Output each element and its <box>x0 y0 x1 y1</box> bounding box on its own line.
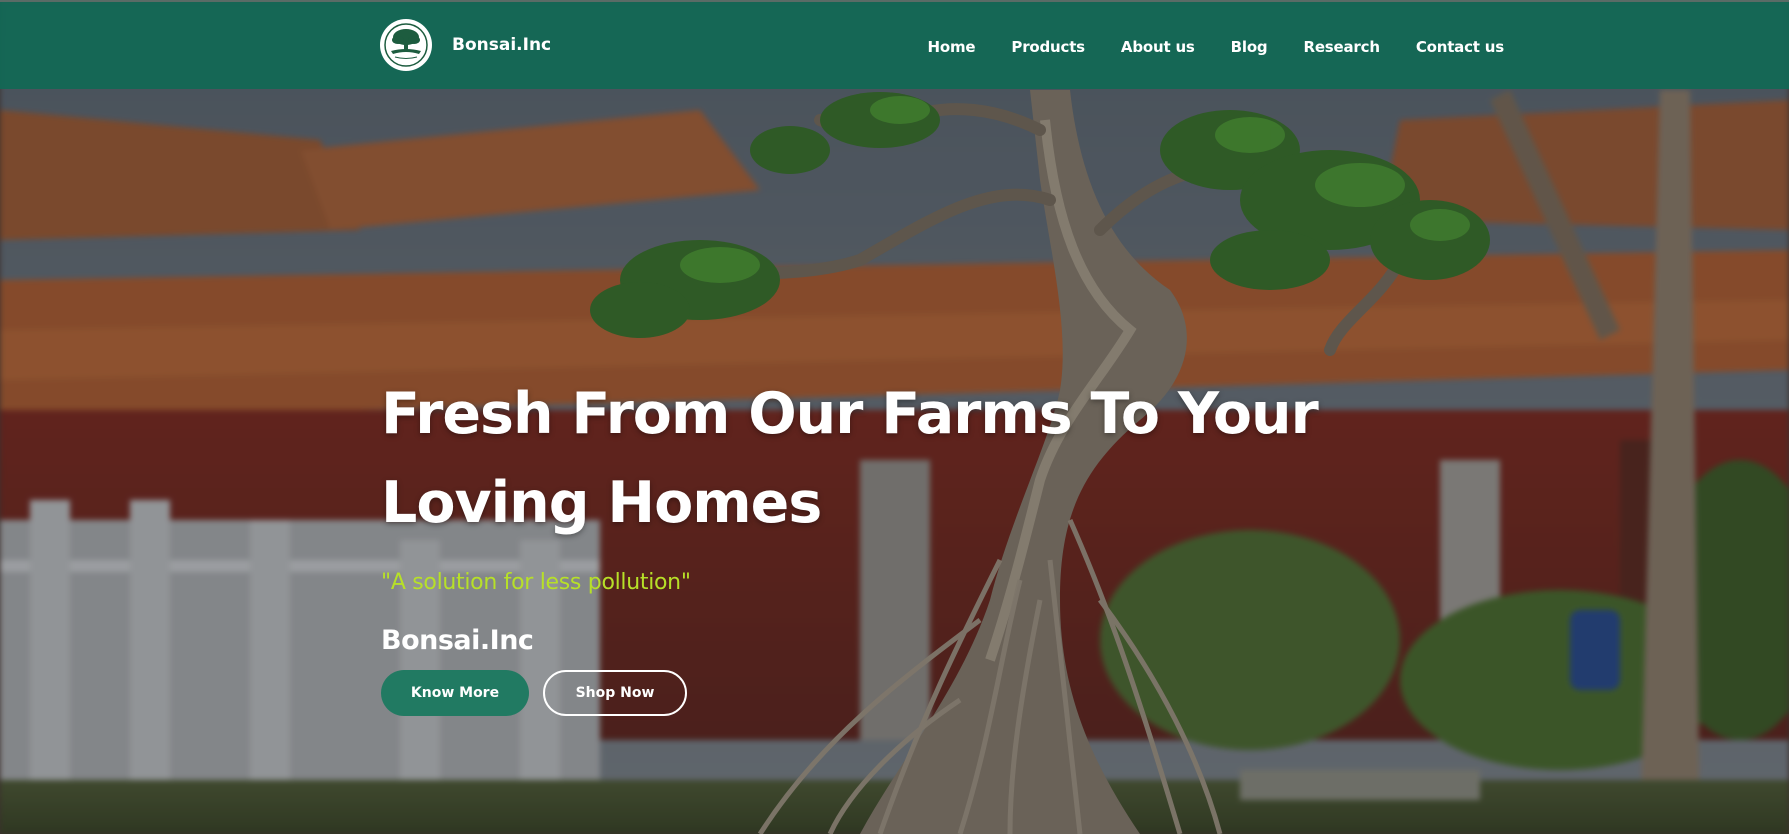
hero-tagline: "A solution for less pollution" <box>381 570 691 595</box>
hero-brand-name: Bonsai.Inc <box>381 625 534 656</box>
cta-buttons: Know More Shop Now <box>381 670 1381 716</box>
top-navbar: Bonsai.Inc Home Products About us Blog R… <box>0 0 1789 89</box>
nav-links: Home Products About us Blog Research Con… <box>928 2 1505 91</box>
bonsai-tree-logo-icon[interactable] <box>380 19 432 71</box>
nav-products[interactable]: Products <box>1011 38 1085 56</box>
nav-about-us[interactable]: About us <box>1121 38 1195 56</box>
know-more-button[interactable]: Know More <box>381 670 529 716</box>
brand-name[interactable]: Bonsai.Inc <box>452 35 551 55</box>
hero-headline: Fresh From Our Farms To Your Loving Home… <box>381 381 1319 536</box>
nav-home[interactable]: Home <box>928 38 976 56</box>
hero-content: Fresh From Our Farms To Your Loving Home… <box>381 370 1381 716</box>
shop-now-button[interactable]: Shop Now <box>543 670 687 716</box>
landing-page: Bonsai.Inc Home Products About us Blog R… <box>0 0 1789 834</box>
nav-contact-us[interactable]: Contact us <box>1416 38 1504 56</box>
nav-blog[interactable]: Blog <box>1231 38 1268 56</box>
brand[interactable]: Bonsai.Inc <box>380 19 551 71</box>
nav-research[interactable]: Research <box>1303 38 1380 56</box>
